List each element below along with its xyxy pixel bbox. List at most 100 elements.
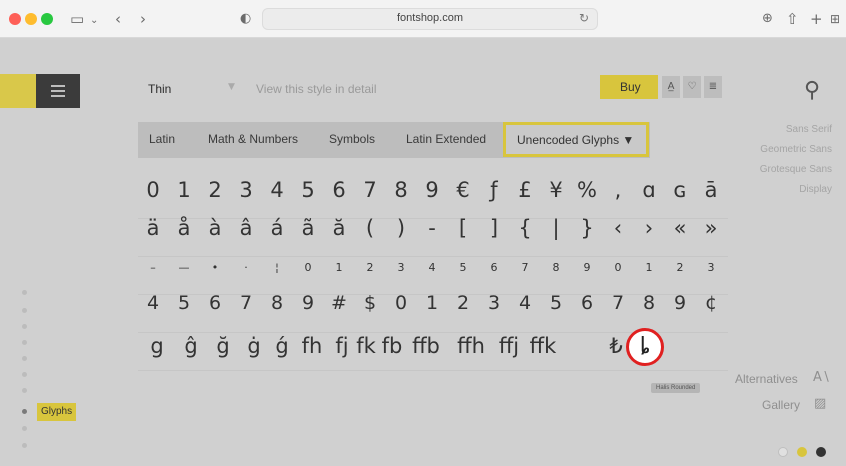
download-icon[interactable]: ⊕ xyxy=(762,9,773,29)
glyph-cell[interactable]: ffh xyxy=(455,336,487,357)
reload-icon[interactable]: ↻ xyxy=(579,11,589,25)
carousel-dot[interactable] xyxy=(778,447,788,457)
close-window-button[interactable] xyxy=(9,13,21,25)
carousel-dot[interactable] xyxy=(797,447,807,457)
tab-unencoded-glyphs[interactable]: Unencoded Glyphs ▼ xyxy=(503,122,649,157)
glyph-cell[interactable]: 5 xyxy=(295,180,321,201)
tab-math-numbers[interactable]: Math & Numbers xyxy=(208,132,298,146)
view-style-link[interactable]: View this style in detail xyxy=(256,82,377,96)
glyph-cell[interactable]: - xyxy=(419,218,445,239)
chevron-down-icon[interactable]: ⌄ xyxy=(90,11,98,31)
section-dot[interactable] xyxy=(22,426,27,431)
glyph-cell[interactable]: ffj xyxy=(493,336,525,357)
type-tester-icon[interactable]: A̲ xyxy=(662,76,680,98)
glyph-cell[interactable]: 7 xyxy=(357,180,383,201)
glyph-cell[interactable]: ffk xyxy=(527,336,559,357)
glyph-cell[interactable]: 8 xyxy=(388,180,414,201)
glyph-cell[interactable]: • xyxy=(202,262,228,273)
glyph-cell[interactable]: ã xyxy=(295,218,321,239)
glyph-cell[interactable]: # xyxy=(326,294,352,313)
glyph-cell[interactable]: g xyxy=(141,336,173,357)
glyph-cell[interactable]: › xyxy=(636,218,662,239)
carousel-dot-active[interactable] xyxy=(816,447,826,457)
glyph-cell[interactable]: 3 xyxy=(481,294,507,313)
glyph-cell[interactable]: ĝ xyxy=(175,336,207,357)
glyph-cell[interactable]: 5 xyxy=(543,294,569,313)
nav-geometric-sans[interactable]: Geometric Sans xyxy=(760,144,832,155)
glyph-cell[interactable]: 4 xyxy=(419,262,445,273)
section-dot[interactable] xyxy=(22,443,27,448)
section-dot[interactable] xyxy=(22,356,27,361)
glyph-cell[interactable]: ƒ xyxy=(481,180,507,201)
alternatives-link[interactable]: Alternatives xyxy=(735,372,798,386)
glyph-cell[interactable]: ¦ xyxy=(264,262,290,273)
glyph-cell[interactable]: ɢ xyxy=(667,180,693,201)
tab-symbols[interactable]: Symbols xyxy=(329,132,375,146)
chevron-left-icon[interactable]: ‹ xyxy=(115,9,121,29)
glyph-cell[interactable]: } xyxy=(574,218,600,239)
glyph-cell[interactable]: » xyxy=(698,218,724,239)
glyph-cell[interactable]: 7 xyxy=(233,294,259,313)
glyph-cell[interactable]: ă xyxy=(326,218,352,239)
glyph-cell[interactable]: ffb xyxy=(410,336,442,357)
glyph-cell[interactable]: | xyxy=(543,218,569,239)
glyph-cell[interactable]: 2 xyxy=(357,262,383,273)
section-dot[interactable] xyxy=(22,290,27,295)
glyph-cell[interactable]: 4 xyxy=(264,180,290,201)
glyph-cell[interactable]: 7 xyxy=(512,262,538,273)
glyph-cell[interactable]: 3 xyxy=(388,262,414,273)
glyph-cell[interactable]: $ xyxy=(357,294,383,313)
glyph-cell[interactable]: 9 xyxy=(667,294,693,313)
glyph-cell[interactable]: 0 xyxy=(388,294,414,313)
glyph-cell[interactable]: 1 xyxy=(326,262,352,273)
glyph-cell[interactable]: ) xyxy=(388,218,414,239)
glyph-cell[interactable]: 6 xyxy=(574,294,600,313)
zoom-window-button[interactable] xyxy=(41,13,53,25)
share-icon[interactable]: ⇧ xyxy=(786,9,799,29)
glyph-cell[interactable]: 1 xyxy=(171,180,197,201)
glyph-cell[interactable]: £ xyxy=(512,180,538,201)
section-dot[interactable] xyxy=(22,308,27,313)
glyph-cell[interactable]: 1 xyxy=(636,262,662,273)
section-dot[interactable] xyxy=(22,388,27,393)
glyph-cell[interactable]: 6 xyxy=(202,294,228,313)
tab-overview-icon[interactable]: ⊞ xyxy=(830,9,840,29)
glyph-cell[interactable]: ä xyxy=(140,218,166,239)
glyph-cell[interactable]: fh xyxy=(296,336,328,357)
glyph-cell[interactable]: 0 xyxy=(295,262,321,273)
glyph-cell[interactable]: 8 xyxy=(543,262,569,273)
highlighted-glyph[interactable]: ȴ xyxy=(626,328,664,366)
glyph-cell[interactable]: ( xyxy=(357,218,383,239)
glyph-cell[interactable]: 8 xyxy=(264,294,290,313)
glyph-cell[interactable]: 6 xyxy=(326,180,352,201)
glyphs-section-label[interactable]: Glyphs xyxy=(37,403,77,421)
glyph-cell[interactable]: á xyxy=(264,218,290,239)
glyph-cell[interactable]: [ xyxy=(450,218,476,239)
sidebar-icon[interactable]: ▭ xyxy=(70,9,84,29)
new-tab-icon[interactable]: + xyxy=(810,9,823,29)
glyph-cell[interactable]: 0 xyxy=(140,180,166,201)
glyph-cell[interactable]: 9 xyxy=(295,294,321,313)
glyph-cell[interactable]: ğ xyxy=(207,336,239,357)
glyph-cell[interactable]: ‹ xyxy=(605,218,631,239)
glyph-cell[interactable]: ] xyxy=(481,218,507,239)
glyph-cell[interactable]: 1 xyxy=(419,294,445,313)
glyph-cell[interactable]: å xyxy=(171,218,197,239)
address-bar[interactable]: fontshop.com ↻ xyxy=(262,8,598,30)
glyph-cell[interactable]: 6 xyxy=(481,262,507,273)
glyph-cell[interactable]: 8 xyxy=(636,294,662,313)
tab-latin[interactable]: Latin xyxy=(149,132,175,146)
glyph-cell[interactable]: € xyxy=(450,180,476,201)
glyph-cell[interactable]: 2 xyxy=(202,180,228,201)
glyph-cell[interactable]: % xyxy=(574,180,600,201)
glyph-cell[interactable]: 9 xyxy=(574,262,600,273)
glyph-cell[interactable]: 4 xyxy=(512,294,538,313)
menu-button[interactable] xyxy=(36,74,80,108)
nav-sans-serif[interactable]: Sans Serif xyxy=(786,124,832,135)
gallery-link[interactable]: Gallery xyxy=(762,398,800,412)
caret-down-icon[interactable]: ▼ xyxy=(228,82,235,92)
glyph-cell[interactable]: 0 xyxy=(605,262,631,273)
glyph-cell[interactable]: « xyxy=(667,218,693,239)
nav-grotesque-sans[interactable]: Grotesque Sans xyxy=(760,164,832,175)
section-dot[interactable] xyxy=(22,340,27,345)
